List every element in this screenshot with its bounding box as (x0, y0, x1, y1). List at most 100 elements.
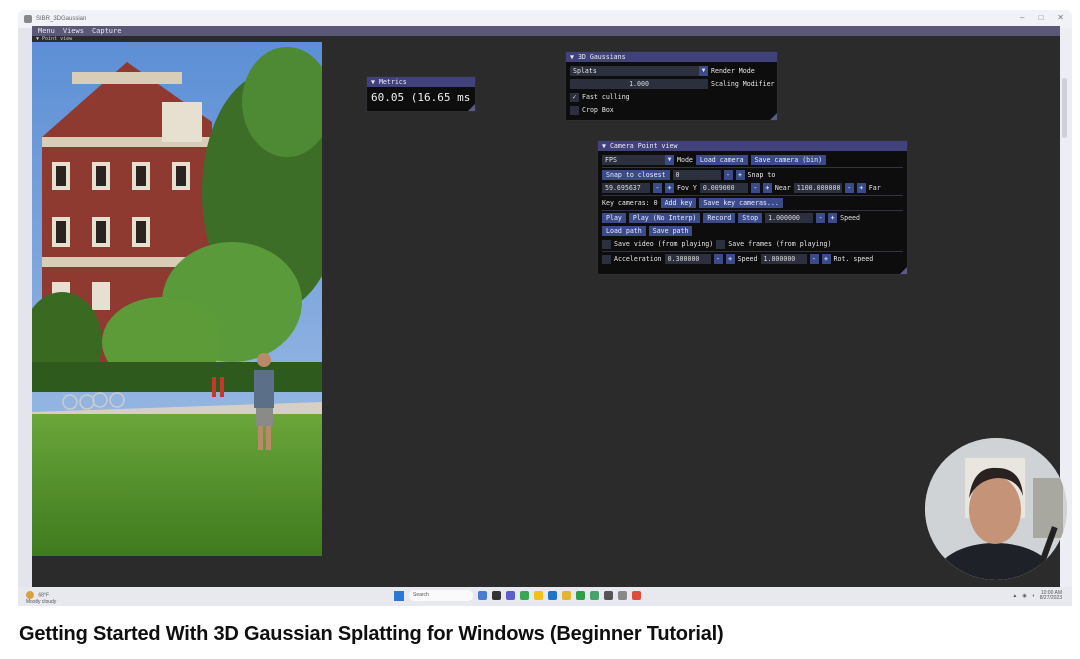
teams-icon[interactable] (506, 591, 515, 600)
snap-plus-button[interactable]: + (735, 170, 745, 180)
rot-speed-label: Rot. speed (833, 255, 874, 263)
camera-mode-value: FPS (605, 156, 617, 164)
menu-item-views[interactable]: Views (63, 27, 84, 35)
weather-widget[interactable]: 68°F Mostly cloudy (26, 591, 56, 605)
video-frame: SIBR_3DGaussian – □ ✕ Menu Views Capture… (0, 0, 1080, 659)
play-speed-input[interactable]: 1.000000 (765, 213, 814, 223)
folder-icon[interactable] (534, 591, 543, 600)
taskbar-search[interactable]: Search (409, 590, 473, 601)
presenter-image (925, 438, 1067, 580)
menu-item-capture[interactable]: Capture (92, 27, 122, 35)
separator (602, 210, 903, 211)
resize-grip[interactable] (468, 104, 475, 111)
metrics-window[interactable]: ▼ Metrics 60.05 (16.65 ms (366, 76, 476, 112)
gaussians-title[interactable]: ▼ 3D Gaussians (566, 52, 777, 62)
maximize-icon[interactable]: □ (1038, 13, 1043, 22)
wifi-icon[interactable]: ◉ (1022, 593, 1026, 599)
stop-button[interactable]: Stop (738, 213, 763, 223)
near-input[interactable]: 0.009000 (699, 183, 748, 193)
windows-start-icon[interactable] (394, 590, 404, 601)
chrome-icon[interactable] (520, 591, 529, 600)
vscode-icon[interactable] (548, 591, 557, 600)
resize-grip[interactable] (900, 267, 907, 274)
add-key-button[interactable]: Add key (660, 198, 697, 208)
app-icon-light[interactable] (618, 591, 627, 600)
save-key-cameras-button[interactable]: Save key cameras... (699, 198, 783, 208)
close-icon[interactable]: ✕ (1057, 13, 1064, 22)
terminal-icon[interactable] (492, 591, 501, 600)
speed-plus-button[interactable]: + (828, 213, 838, 223)
snap-to-label: Snap to (747, 171, 776, 179)
metrics-title[interactable]: ▼ Metrics (367, 77, 475, 87)
app-icon-teal[interactable] (590, 591, 599, 600)
far-minus-button[interactable]: - (844, 183, 854, 193)
camera-window[interactable]: ▼ Camera Point view FPS ▼ Mode Load came… (597, 140, 908, 275)
scaling-modifier-slider[interactable]: 1.000 (570, 79, 708, 89)
sibr-viewer: Menu Views Capture ▼ Point view ▼ Metric… (32, 26, 1060, 591)
save-video-label: Save video (from playing) (614, 240, 714, 248)
window-controls: – □ ✕ (1020, 13, 1064, 22)
load-camera-button[interactable]: Load camera (695, 155, 748, 165)
play-button[interactable]: Play (602, 213, 626, 223)
separator (602, 167, 903, 168)
snap-closest-button[interactable]: Snap to closest (602, 170, 670, 180)
task-view-icon[interactable] (478, 591, 487, 600)
chevron-down-icon[interactable]: ▼ (665, 155, 674, 165)
crop-box-checkbox[interactable] (570, 105, 579, 115)
snap-index-input[interactable]: 0 (672, 170, 721, 180)
gaussians-window[interactable]: ▼ 3D Gaussians Splats ▼ Render Mode 1.00… (565, 51, 778, 121)
separator (602, 195, 903, 196)
app-icon-red[interactable] (632, 591, 641, 600)
acceleration-input[interactable]: 0.300000 (664, 254, 711, 264)
accel-minus-button[interactable]: - (713, 254, 723, 264)
speed2-minus-button[interactable]: - (809, 254, 819, 264)
acceleration-checkbox[interactable] (602, 254, 611, 264)
near-plus-button[interactable]: + (762, 183, 772, 193)
scrollbar-thumb[interactable] (1062, 78, 1067, 138)
app-icon (24, 15, 32, 23)
save-camera-button[interactable]: Save camera (bin) (750, 155, 827, 165)
minimize-icon[interactable]: – (1020, 13, 1024, 22)
record-button[interactable]: Record (703, 213, 736, 223)
render-mode-select[interactable]: Splats ▼ (570, 66, 708, 76)
separator (602, 251, 903, 252)
camera-mode-select[interactable]: FPS ▼ (602, 155, 674, 165)
chevron-down-icon[interactable]: ▼ (699, 66, 708, 76)
point-view-render[interactable] (32, 42, 322, 556)
play-no-interp-button[interactable]: Play (No Interp) (628, 213, 701, 223)
app-icon-gray[interactable] (604, 591, 613, 600)
app-icon-green[interactable] (576, 591, 585, 600)
menu-item-menu[interactable]: Menu (38, 27, 55, 35)
weather-temp: 68°F (38, 592, 50, 599)
far-plus-button[interactable]: + (856, 183, 866, 193)
accel-plus-button[interactable]: + (725, 254, 735, 264)
explorer-icon[interactable] (562, 591, 571, 600)
far-input[interactable]: 1100.000000 (793, 183, 842, 193)
speed-input-2[interactable]: 1.000000 (760, 254, 807, 264)
fast-culling-checkbox[interactable]: ✓ (570, 92, 579, 102)
speed-minus-button[interactable]: - (816, 213, 826, 223)
save-frames-checkbox[interactable] (716, 239, 726, 249)
key-cameras-count: Key cameras: 0 (602, 199, 658, 207)
speed-label-2: Speed (737, 255, 758, 263)
crop-box-label: Crop Box (582, 106, 614, 114)
save-video-checkbox[interactable] (602, 239, 611, 249)
near-minus-button[interactable]: - (750, 183, 760, 193)
load-path-button[interactable]: Load path (602, 226, 646, 236)
system-tray: ▲ ◉ ◖ 10:00 AM 8/27/2023 (1012, 591, 1062, 601)
camera-title[interactable]: ▼ Camera Point view (598, 141, 907, 151)
fast-culling-label: Fast culling (582, 93, 630, 101)
fps-readout: 60.05 (16.65 ms (371, 91, 471, 104)
render-mode-value: Splats (573, 67, 597, 75)
fov-minus-button[interactable]: - (653, 183, 662, 193)
resize-grip[interactable] (770, 113, 777, 120)
save-path-button[interactable]: Save path (648, 226, 693, 236)
volume-icon[interactable]: ◖ (1032, 593, 1035, 599)
clock[interactable]: 10:00 AM 8/27/2023 (1040, 591, 1062, 601)
fov-plus-button[interactable]: + (665, 183, 674, 193)
speed2-plus-button[interactable]: + (821, 254, 831, 264)
fov-input[interactable]: 59.695637 (602, 183, 650, 193)
snap-minus-button[interactable]: - (723, 170, 733, 180)
chevron-up-icon[interactable]: ▲ (1012, 593, 1017, 599)
near-label: Near (774, 184, 791, 192)
